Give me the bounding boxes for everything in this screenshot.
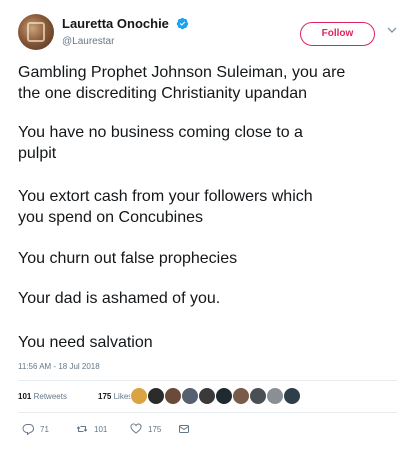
reply-icon bbox=[22, 423, 34, 435]
divider bbox=[18, 412, 397, 413]
tweet-line: You have no business coming close to a bbox=[18, 124, 303, 141]
likes-count: 175 bbox=[98, 392, 112, 401]
tweet-paragraph: Your dad is ashamed of you. bbox=[18, 288, 220, 309]
retweets-count: 101 bbox=[18, 392, 32, 401]
tweet-paragraph: Gambling Prophet Johnson Suleiman, you a… bbox=[18, 62, 345, 104]
user-info[interactable]: Lauretta Onochie @Laurestar bbox=[62, 15, 189, 49]
avatar[interactable] bbox=[130, 387, 148, 405]
tweet-line: you spend on Concubines bbox=[18, 209, 204, 226]
avatar[interactable] bbox=[283, 387, 301, 405]
heart-icon bbox=[130, 423, 142, 434]
avatar[interactable] bbox=[215, 387, 233, 405]
avatar[interactable] bbox=[181, 387, 199, 405]
tweet-line: You extort cash from your followers whic… bbox=[18, 188, 313, 205]
avatar[interactable] bbox=[164, 387, 182, 405]
follow-button[interactable]: Follow bbox=[300, 22, 375, 46]
direct-message-button[interactable] bbox=[178, 421, 190, 437]
retweet-button[interactable]: 101 bbox=[76, 421, 107, 437]
likes-stat[interactable]: 175 Likes bbox=[98, 392, 132, 401]
tweet-line: You churn out false prophecies bbox=[18, 250, 238, 267]
tweet-timestamp[interactable]: 11:56 AM - 18 Jul 2018 bbox=[18, 362, 100, 371]
reply-count: 71 bbox=[40, 424, 49, 434]
avatar[interactable] bbox=[18, 14, 54, 50]
chevron-down-icon[interactable] bbox=[386, 24, 398, 36]
divider bbox=[18, 380, 397, 381]
tweet-paragraph: You need salvation bbox=[18, 332, 153, 353]
like-button[interactable]: 175 bbox=[130, 421, 161, 437]
verified-badge-icon bbox=[177, 17, 189, 30]
tweet-paragraph: You churn out false prophecies bbox=[18, 248, 237, 269]
tweet-paragraph: You extort cash from your followers whic… bbox=[18, 186, 313, 228]
reply-button[interactable]: 71 bbox=[22, 421, 49, 437]
tweet-line: pulpit bbox=[18, 145, 57, 162]
tweet-header: Lauretta Onochie @Laurestar Follow bbox=[18, 14, 403, 54]
user-handle[interactable]: @Laurestar bbox=[62, 35, 189, 49]
tweet-card: Lauretta Onochie @Laurestar Follow Gambl… bbox=[0, 0, 415, 454]
retweets-label: Retweets bbox=[33, 392, 67, 401]
tweet-line: the one discrediting Christianity upanda… bbox=[18, 85, 308, 102]
display-name[interactable]: Lauretta Onochie bbox=[62, 16, 169, 32]
avatar[interactable] bbox=[266, 387, 284, 405]
tweet-paragraph: You have no business coming close to a p… bbox=[18, 122, 303, 164]
tweet-actions: 71 101 175 bbox=[18, 421, 397, 437]
retweet-icon bbox=[76, 426, 88, 432]
envelope-icon bbox=[179, 425, 189, 433]
tweet-line: Gambling Prophet Johnson Suleiman, you a… bbox=[18, 64, 346, 81]
avatar[interactable] bbox=[198, 387, 216, 405]
avatar[interactable] bbox=[147, 387, 165, 405]
avatar[interactable] bbox=[249, 387, 267, 405]
avatar[interactable] bbox=[232, 387, 250, 405]
retweets-stat[interactable]: 101 Retweets bbox=[18, 392, 67, 401]
tweet-line: You need salvation bbox=[18, 334, 153, 351]
retweet-count: 101 bbox=[94, 424, 108, 434]
tweet-line: Your dad is ashamed of you. bbox=[18, 290, 221, 307]
like-count: 175 bbox=[148, 424, 162, 434]
